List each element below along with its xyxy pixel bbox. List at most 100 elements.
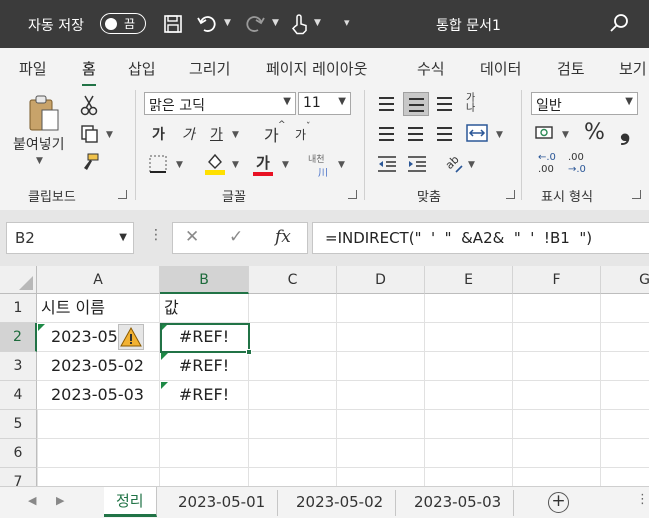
sheet-tab-2023-05-02[interactable]: 2023-05-02 [284,490,397,516]
paste-icon[interactable] [26,94,62,134]
decrease-indent-icon[interactable] [376,154,398,174]
redo-icon[interactable] [244,13,266,35]
phonetic-dropdown-icon[interactable]: ▼ [338,160,345,170]
cut-icon[interactable] [80,94,98,116]
clipboard-launcher-icon[interactable] [118,190,127,199]
font-color-dropdown-icon[interactable]: ▼ [282,160,289,170]
align-middle-button[interactable] [403,92,429,116]
row-header-7[interactable]: 7 [0,468,37,486]
column-header-g[interactable]: G [601,266,649,294]
enter-icon[interactable]: ✓ [229,227,243,247]
align-bottom-button[interactable] [432,92,458,116]
row-header-4[interactable]: 4 [0,381,37,410]
sheet-tab-2023-05-03[interactable]: 2023-05-03 [402,490,515,516]
customize-qat-icon[interactable]: ▾ [344,16,350,29]
resize-handle-icon[interactable]: ⋮ [149,227,163,243]
font-size-combo[interactable]: 11 ▼ [298,92,351,115]
paste-button-label[interactable]: 붙여넣기 [13,134,65,154]
bold-button[interactable]: 가 [152,124,165,144]
align-top-button[interactable] [374,92,400,116]
insert-function-icon[interactable]: fx [275,227,291,247]
orientation-dropdown-icon[interactable]: ▼ [468,160,475,170]
format-painter-icon[interactable] [80,152,100,172]
search-icon[interactable] [608,12,630,34]
orientation-icon[interactable]: ab [442,152,464,174]
fill-handle[interactable] [246,349,252,355]
empty-cells[interactable] [37,410,649,486]
number-format-combo[interactable]: 일반 ▼ [531,92,638,115]
undo-icon[interactable] [196,13,218,35]
underline-dropdown-icon[interactable]: ▼ [232,130,239,140]
sheet-tab-2023-05-01[interactable]: 2023-05-01 [166,490,279,516]
column-header-a[interactable]: A [37,266,160,294]
undo-dropdown-icon[interactable]: ▼ [224,18,231,28]
column-header-f[interactable]: F [513,266,601,294]
error-warning-button[interactable] [118,324,144,350]
fill-color-icon[interactable] [204,152,226,176]
shrink-font-button[interactable]: 가 [295,126,306,143]
paste-dropdown-icon[interactable]: ▼ [36,156,43,166]
increase-decimal-icon[interactable]: ←.0 [538,152,556,163]
font-color-button[interactable]: 가 [256,152,270,173]
row-header-2[interactable]: 2 [0,323,37,352]
decrease-decimal-icon[interactable]: →.0 [568,164,586,175]
merge-dropdown-icon[interactable]: ▼ [496,130,503,140]
tab-home[interactable]: 홈 [82,58,96,87]
percent-style-button[interactable]: % [584,120,605,145]
alignment-launcher-icon[interactable] [506,190,515,199]
touch-mode-icon[interactable] [290,13,310,35]
accounting-dropdown-icon[interactable]: ▼ [562,130,569,140]
tab-data[interactable]: 데이터 [480,58,521,79]
borders-icon[interactable] [148,154,168,174]
align-left-button[interactable] [374,122,400,146]
cell-b4[interactable]: #REF! [160,381,249,410]
accounting-format-icon[interactable] [534,124,556,142]
select-all-button[interactable] [0,266,37,294]
cell-a1[interactable]: 시트 이름 [37,294,160,323]
row-header-1[interactable]: 1 [0,294,37,323]
name-box[interactable]: B2 ▼ [6,222,134,254]
grow-font-button[interactable]: 가 [264,122,279,146]
cancel-icon[interactable]: ✕ [185,227,199,247]
cell-a4[interactable]: 2023-05-03 [37,381,160,410]
borders-dropdown-icon[interactable]: ▼ [176,160,183,170]
tab-file[interactable]: 파일 [19,58,47,79]
row-header-6[interactable]: 6 [0,439,37,468]
sheet-tab-summary[interactable]: 정리 [104,487,157,517]
italic-button[interactable]: 가 [182,124,195,144]
redo-dropdown-icon[interactable]: ▼ [272,18,279,28]
cell-b1[interactable]: 값 [160,294,249,323]
cell-b3[interactable]: #REF! [160,352,249,381]
merge-center-icon[interactable] [466,124,488,142]
column-header-d[interactable]: D [337,266,425,294]
tab-insert[interactable]: 삽입 [128,58,156,79]
copy-icon[interactable] [80,124,100,144]
cell-a3[interactable]: 2023-05-02 [37,352,160,381]
row-header-3[interactable]: 3 [0,352,37,381]
more-options-icon[interactable]: ⋮ [636,492,649,507]
align-right-button[interactable] [432,122,458,146]
fill-color-dropdown-icon[interactable]: ▼ [232,160,239,170]
column-header-e[interactable]: E [425,266,513,294]
align-center-button[interactable] [403,122,429,146]
scroll-tabs-right-icon[interactable]: ▶ [56,494,64,507]
tab-review[interactable]: 검토 [557,58,585,79]
add-sheet-button[interactable]: + [548,492,569,513]
copy-dropdown-icon[interactable]: ▼ [106,130,113,140]
tab-page-layout[interactable]: 페이지 레이아웃 [266,58,367,79]
tab-formulas[interactable]: 수식 [417,58,445,79]
scroll-tabs-left-icon[interactable]: ◀ [28,494,36,507]
touch-dropdown-icon[interactable]: ▼ [314,18,321,28]
number-launcher-icon[interactable] [632,190,641,199]
increase-indent-icon[interactable] [406,154,428,174]
tab-draw[interactable]: 그리기 [189,58,230,79]
font-name-combo[interactable]: 맑은 고딕 ▼ [144,92,296,115]
comma-style-button[interactable]: ❟ [620,116,630,147]
column-header-c[interactable]: C [249,266,337,294]
wrap-text-icon[interactable]: 가나 [466,94,484,114]
column-header-b[interactable]: B [160,266,249,294]
increase-decimal-button[interactable]: .00 [538,164,554,175]
underline-button[interactable]: 가 [210,124,223,144]
save-icon[interactable] [163,14,183,34]
formula-input[interactable]: =INDIRECT(" ' " &A2& " ' !B1 ") [312,222,649,254]
